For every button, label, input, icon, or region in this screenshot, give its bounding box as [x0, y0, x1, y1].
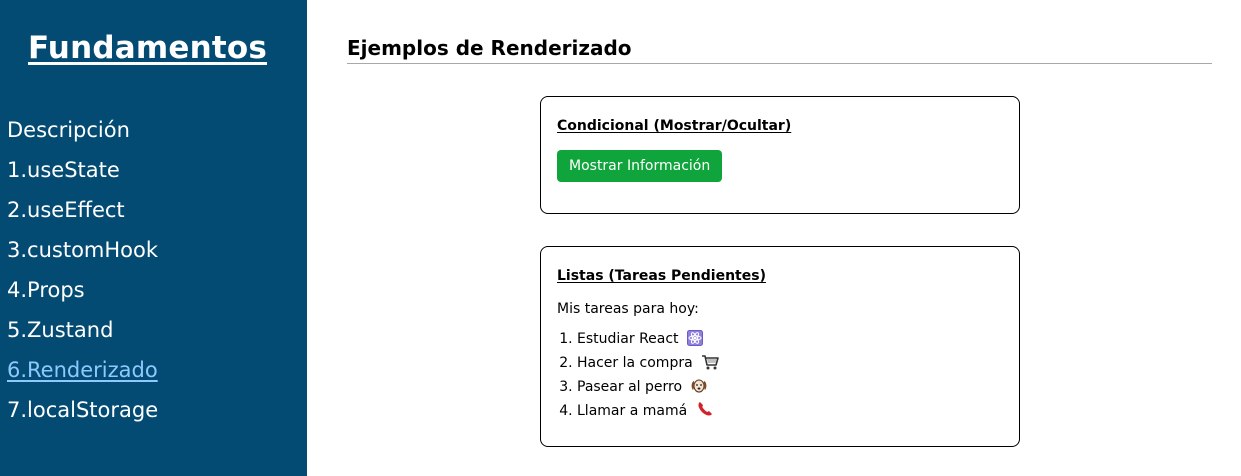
app-layout: Fundamentos Descripción 1.useState 2.use… — [0, 0, 1241, 476]
sidebar-nav: Descripción 1.useState 2.useEffect 3.cus… — [7, 110, 158, 430]
list-item: Hacer la compra — [577, 351, 1003, 375]
show-info-button[interactable]: Mostrar Información — [557, 150, 723, 182]
task-text: Pasear al perro — [577, 379, 683, 395]
sidebar-brand[interactable]: Fundamentos — [0, 30, 295, 66]
main-content: Ejemplos de Renderizado Condicional (Mos… — [347, 32, 1212, 447]
sidebar-item-useeffect[interactable]: 2.useEffect — [7, 190, 158, 230]
list-item: Estudiar React — [577, 327, 1003, 351]
list-item: Pasear al perro — [577, 375, 1003, 399]
list-card-title: Listas (Tareas Pendientes) — [557, 268, 766, 284]
task-list: Estudiar React Hacer la compra — [557, 327, 1003, 423]
sidebar-item-props[interactable]: 4.Props — [7, 270, 158, 310]
list-item: Llamar a mamá — [577, 399, 1003, 423]
sidebar-item-localstorage[interactable]: 7.localStorage — [7, 390, 158, 430]
sidebar-item-renderizado[interactable]: 6.Renderizado — [7, 350, 158, 390]
conditional-card-title: Condicional (Mostrar/Ocultar) — [557, 118, 792, 134]
tasks-intro: Mis tareas para hoy: — [557, 301, 699, 317]
sidebar: Fundamentos Descripción 1.useState 2.use… — [0, 0, 307, 476]
sidebar-item-usestate[interactable]: 1.useState — [7, 150, 158, 190]
task-text: Llamar a mamá — [577, 403, 688, 419]
sidebar-item-customhook[interactable]: 3.customHook — [7, 230, 158, 270]
telephone-icon — [696, 400, 714, 426]
task-text: Estudiar React — [577, 331, 679, 347]
task-text: Hacer la compra — [577, 355, 693, 371]
sidebar-item-descripcion[interactable]: Descripción — [7, 110, 158, 150]
conditional-card: Condicional (Mostrar/Ocultar) Mostrar In… — [540, 96, 1020, 214]
list-card: Listas (Tareas Pendientes) Mis tareas pa… — [540, 246, 1020, 447]
sidebar-item-zustand[interactable]: 5.Zustand — [7, 310, 158, 350]
page-title: Ejemplos de Renderizado — [347, 32, 1212, 64]
